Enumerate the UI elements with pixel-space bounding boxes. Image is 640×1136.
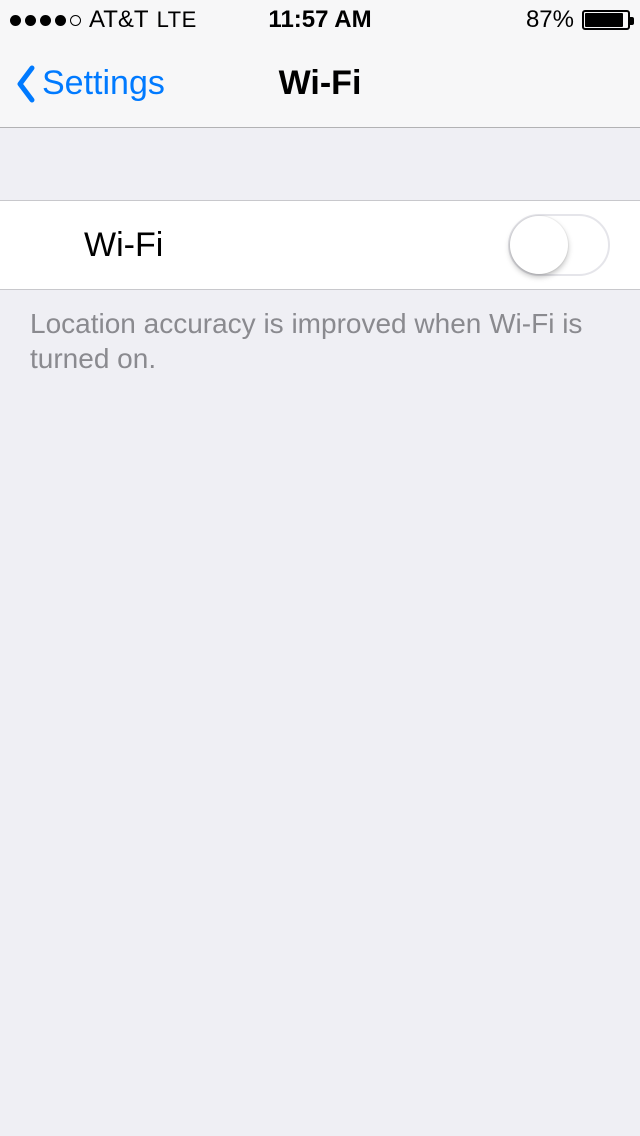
status-left: AT&T LTE — [10, 6, 197, 34]
wifi-row-label: Wi-Fi — [84, 226, 163, 265]
status-right: 87% — [526, 6, 630, 34]
back-button-label: Settings — [42, 64, 165, 103]
wifi-toggle[interactable] — [508, 214, 610, 276]
signal-strength-icon — [10, 15, 81, 26]
network-type-label: LTE — [157, 7, 197, 33]
section-footer-text: Location accuracy is improved when Wi-Fi… — [0, 290, 640, 392]
toggle-knob-icon — [510, 216, 568, 274]
page-title: Wi-Fi — [279, 64, 362, 103]
section-spacer — [0, 128, 640, 200]
status-bar: AT&T LTE 11:57 AM 87% — [0, 0, 640, 40]
carrier-label: AT&T — [89, 6, 149, 34]
nav-bar: Settings Wi-Fi — [0, 40, 640, 128]
battery-percent-label: 87% — [526, 6, 574, 34]
back-button[interactable]: Settings — [14, 64, 165, 104]
battery-icon — [582, 10, 630, 30]
chevron-left-icon — [14, 64, 38, 104]
clock-label: 11:57 AM — [268, 6, 371, 34]
wifi-toggle-row: Wi-Fi — [0, 200, 640, 290]
